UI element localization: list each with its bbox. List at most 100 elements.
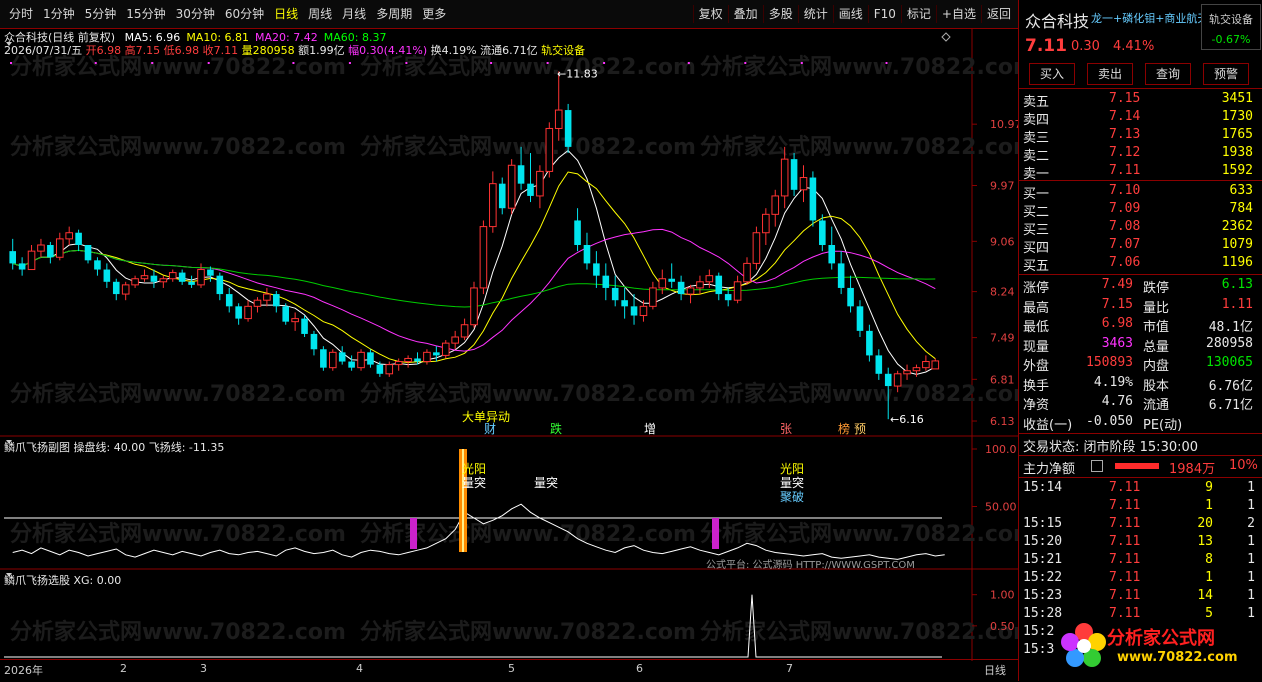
candle-body [507,164,516,209]
candle-body [320,349,327,368]
candle-body [348,361,355,368]
toolbar-button[interactable]: +自选 [935,5,981,23]
toolbar-button[interactable]: 复权 [692,5,728,23]
tick-price: 7.11 [1109,534,1141,549]
tick-time: 15:21 [1023,552,1063,567]
candle-body [866,330,873,356]
candle-body [159,278,168,283]
period-tab[interactable]: 多周期 [371,6,417,22]
stat-label: 股本 [1143,378,1170,394]
separator [1019,477,1262,478]
tick-time: 15:3 [1023,642,1055,657]
sub1-annotation: 聚破 [780,489,804,504]
stat-label: 涨停 [1023,281,1050,296]
candle-body [686,287,695,295]
bids-price: 7.09 [1109,201,1141,216]
watermark: 分析家公式网www.70822.com [360,134,696,160]
candle-body [310,333,318,350]
stat-value: 280958 [1206,335,1253,351]
period-indicator[interactable]: 日线 [984,662,1006,678]
toolbar-button[interactable]: F10 [867,5,901,23]
watermark: 分析家公式网www.70822.com [10,619,346,645]
sub1-label2: 飞扬线: -11.35 [148,441,225,454]
sub1-annotation: 量突 [462,475,486,490]
stat-value: 4.19% [1093,374,1133,390]
event-marker [687,62,690,64]
bids-row: 买二 7.09 784 [1019,201,1262,220]
asks-volume: 3451 [1221,91,1253,106]
stat-value: 4.76 [1101,394,1133,409]
toolbar-button[interactable]: 多股 [762,5,798,23]
stat-label: 换手 [1023,378,1050,394]
event-marker [151,62,154,64]
axis-label: 10.97 [990,118,1018,131]
period-tab[interactable]: 30分钟 [171,6,220,22]
period-tab[interactable]: 15分钟 [121,6,170,22]
tick-price: 7.11 [1109,516,1141,531]
period-tabs: 分时 1分钟 5分钟 15分钟 30分钟 60分钟 日线 周线 月线 多周期 更多 [4,6,451,22]
period-tab[interactable]: 周线 [303,6,337,22]
sub1-annotation: 量突 [534,475,558,490]
toolbar-button[interactable]: 返回 [980,5,1016,23]
period-tab[interactable]: 分时 [4,6,38,22]
tick-row: 15:23 7.11 14 1 [1019,588,1262,606]
toolbar-button[interactable]: 叠加 [727,5,763,23]
asks-label: 卖五 [1023,95,1050,110]
period-tab[interactable]: 更多 [417,6,451,22]
stat-row: 换手 4.19% 股本 6.76亿 [1019,374,1262,394]
period-tab[interactable]: 5分钟 [80,6,122,22]
candle-body [112,281,120,295]
candle-body [847,287,854,307]
event-marker [490,62,493,64]
stat-row: 外盘 150893 内盘 130065 [1019,355,1262,374]
watermark: 分析家公式网www.70822.com [10,134,346,160]
candle-body [441,342,450,356]
candle-body [649,287,657,307]
toolbar-button[interactable]: 画线 [832,5,868,23]
tick-time: 15:23 [1023,588,1063,603]
period-tab[interactable]: 月线 [337,6,371,22]
axis-label: 8.24 [990,286,1015,299]
candle-body [893,373,902,387]
candle-body [460,324,469,338]
sector-box[interactable]: 轨交设备 -0.67% [1201,4,1261,50]
separator [1019,88,1262,89]
candle-body [18,263,26,270]
chart-area[interactable]: 分析家公式网www.70822.com 分析家公式网www.70822.com 分析… [0,29,1018,661]
tick-row: 15:22 7.11 1 1 [1019,570,1262,588]
candle-body [715,275,723,295]
sell-button[interactable]: 卖出 [1087,63,1133,85]
sub2-label1: XG: 0.00 [73,574,122,587]
candle-body [574,220,581,245]
date-label: 3 [200,662,207,675]
watermark: 分析家公式网www.70822.com [700,619,1018,645]
watermark: 分析家公式网www.70822.com [360,381,696,407]
candle-body [84,245,92,261]
asks-volume: 1938 [1221,145,1253,160]
separator [1019,180,1262,181]
event-marker [405,62,408,64]
period-tab[interactable]: 60分钟 [220,6,269,22]
period-tab[interactable]: 1分钟 [38,6,80,22]
candle-body [423,351,431,363]
watermark: 分析家公式网www.70822.com [700,134,1018,160]
toolbar-button[interactable]: 统计 [797,5,833,23]
candle-body [639,305,648,317]
buy-button[interactable]: 买入 [1029,63,1075,85]
date-label: 2026年 [4,664,43,677]
candle-body [780,158,789,197]
query-button[interactable]: 查询 [1145,63,1191,85]
formula-footer: 公式平台: 公式源码 HTTP://WWW.GSPT.COM [706,560,915,571]
info-turnover: 换4.19% [430,44,477,57]
tick-time: 15:2 [1023,624,1055,639]
date-label: 4 [356,662,363,675]
bids-label: 买四 [1023,241,1050,256]
toolbar-button[interactable]: 标记 [900,5,936,23]
period-tab[interactable]: 日线 [269,6,303,22]
capital-menu-icon[interactable] [1091,460,1103,472]
alert-button[interactable]: 预警 [1203,63,1249,85]
sector-change: -0.67% [1211,33,1251,46]
bids-price: 7.07 [1109,237,1141,252]
asks-price: 7.11 [1109,163,1141,178]
stat-label: 最低 [1023,320,1050,335]
